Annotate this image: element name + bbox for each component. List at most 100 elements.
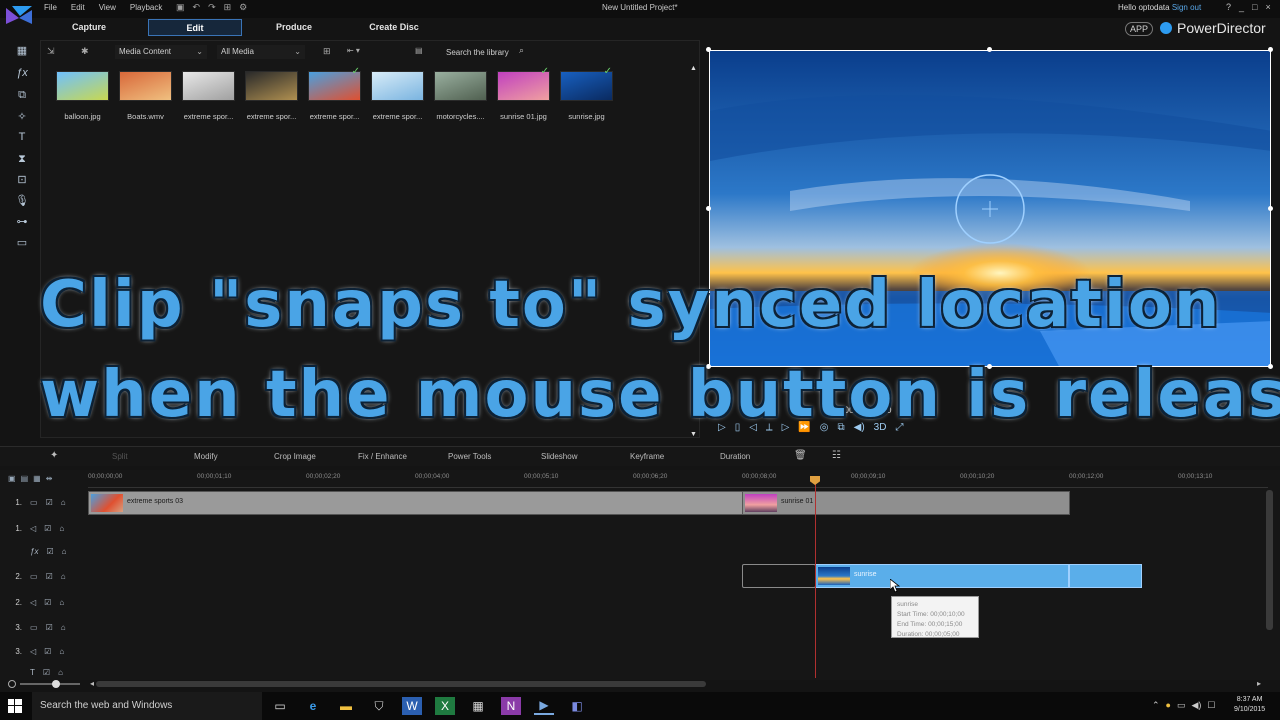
lock-icon[interactable]: ⌂ [62, 547, 67, 556]
resize-handle[interactable] [987, 47, 992, 52]
tab-capture[interactable]: Capture [60, 19, 118, 36]
menu-file[interactable]: File [44, 3, 57, 12]
split-button[interactable]: Split [112, 452, 128, 461]
timeline-view-icon[interactable]: ▣ [8, 474, 16, 483]
media-item[interactable]: ✓ extreme spor... [307, 66, 362, 121]
media-item[interactable]: Boats.wmv [118, 71, 173, 121]
track-enable-checkbox[interactable]: ☑ [44, 524, 51, 533]
search-icon[interactable]: ⌕ [519, 45, 524, 56]
sort-icon[interactable]: ⇤ ▾ [347, 46, 360, 55]
excel-icon[interactable]: X [435, 697, 455, 715]
media-room-icon[interactable]: ▦ [14, 44, 30, 58]
media-thumbnail[interactable] [371, 71, 424, 101]
onedrive-icon[interactable]: ● [1166, 700, 1171, 711]
help-button[interactable]: ? [1226, 2, 1231, 12]
media-item[interactable]: ✓ sunrise 01.jpg [496, 66, 551, 121]
menu-edit[interactable]: Edit [71, 3, 85, 12]
track-enable-checkbox[interactable]: ☑ [46, 547, 53, 556]
network-icon[interactable]: ▭ [1177, 700, 1186, 711]
close-button[interactable]: × [1265, 2, 1270, 12]
track-manager-icon[interactable]: ▦ [33, 474, 41, 483]
duration-button[interactable]: Duration [720, 452, 750, 461]
store-icon[interactable]: ⛉ [369, 697, 389, 715]
clip-sunrise[interactable]: sunrise [815, 564, 1069, 588]
all-media-dropdown[interactable]: All Media ⌄ [217, 45, 305, 59]
app-badge[interactable]: APP [1125, 22, 1154, 36]
lock-icon[interactable]: ⌂ [59, 524, 64, 533]
scroll-down-icon[interactable]: ▼ [690, 431, 697, 438]
onenote-icon[interactable]: N [501, 697, 521, 715]
media-item[interactable]: extreme spor... [244, 71, 299, 121]
screen-recorder-icon[interactable]: ◧ [567, 697, 587, 715]
lock-icon[interactable]: ⌂ [61, 498, 66, 507]
view-grid-icon[interactable]: ⊞ [323, 46, 331, 57]
task-view-icon[interactable]: ▭ [270, 697, 290, 715]
edge-browser-icon[interactable]: e [303, 697, 323, 715]
sign-out-link[interactable]: Sign out [1172, 3, 1201, 12]
grid-icon[interactable]: ⊞ [224, 2, 232, 13]
media-item[interactable]: balloon.jpg [55, 71, 110, 121]
redo-icon[interactable]: ↷ [208, 2, 216, 13]
volume-tray-icon[interactable]: ◀) [1192, 700, 1202, 711]
track-enable-checkbox[interactable]: ☑ [46, 572, 53, 581]
resize-handle[interactable] [1268, 206, 1273, 211]
windows-start-icon[interactable] [8, 699, 22, 713]
subtitle-room-icon[interactable]: ▭ [14, 236, 30, 250]
clip-menu-icon[interactable]: ☷ [832, 450, 841, 461]
tab-edit[interactable]: Edit [148, 19, 242, 36]
timeline-fit-icon[interactable]: ⇹ [46, 474, 53, 483]
lock-icon[interactable]: ⌂ [59, 647, 64, 656]
media-thumbnail[interactable] [434, 71, 487, 101]
magic-tools-icon[interactable]: ✦ [50, 450, 58, 461]
notifications-icon[interactable]: ☐ [1207, 700, 1215, 711]
menu-view[interactable]: View [99, 3, 116, 12]
title-room-icon[interactable]: T [14, 130, 30, 144]
plugin-icon[interactable]: ✱ [81, 46, 89, 57]
maximize-button[interactable]: □ [1252, 2, 1257, 12]
lock-icon[interactable]: ⌂ [59, 598, 64, 607]
media-thumbnail[interactable]: ✓ [497, 66, 550, 101]
powerdirector-taskbar-icon[interactable]: ▶ [534, 697, 554, 715]
media-thumbnail[interactable]: ✓ [308, 66, 361, 101]
menu-playback[interactable]: Playback [130, 3, 162, 12]
voice-over-icon[interactable]: 🎙 [14, 194, 30, 208]
undo-icon[interactable]: ↶ [193, 2, 201, 13]
chapter-room-icon[interactable]: ⊶ [14, 215, 30, 229]
media-thumbnail[interactable] [119, 71, 172, 101]
media-content-dropdown[interactable]: Media Content ⌄ [115, 45, 207, 59]
word-icon[interactable]: W [402, 697, 422, 715]
timeline-horizontal-scrollbar[interactable] [96, 681, 706, 687]
minimize-button[interactable]: _ [1239, 2, 1244, 12]
resize-handle[interactable] [706, 206, 711, 211]
crop-image-button[interactable]: Crop Image [274, 452, 316, 461]
file-explorer-icon[interactable]: ▬ [336, 697, 356, 715]
transition-room-icon[interactable]: ⧗ [14, 152, 30, 166]
media-thumbnail[interactable] [182, 71, 235, 101]
media-item[interactable]: extreme spor... [181, 71, 236, 121]
power-tools-button[interactable]: Power Tools [448, 452, 491, 461]
audio-mixing-icon[interactable]: ⊡ [14, 173, 30, 187]
modify-button[interactable]: Modify [194, 452, 218, 461]
particle-room-icon[interactable]: ✧ [14, 110, 30, 124]
track-enable-checkbox[interactable]: ☑ [43, 668, 50, 677]
taskbar-clock[interactable]: 8:37 AM 9/10/2015 [1234, 695, 1265, 715]
pip-room-icon[interactable]: ⧉ [14, 88, 30, 102]
save-icon[interactable]: ▣ [176, 2, 185, 13]
import-icon[interactable]: ⇲ [47, 46, 55, 57]
settings-icon[interactable]: ⚙ [239, 2, 247, 13]
slideshow-button[interactable]: Slideshow [541, 452, 577, 461]
resize-handle[interactable] [1268, 47, 1273, 52]
track-enable-checkbox[interactable]: ☑ [46, 623, 53, 632]
media-item[interactable]: motorcycles.... [433, 71, 488, 121]
track-enable-checkbox[interactable]: ☑ [44, 647, 51, 656]
zoom-slider[interactable] [8, 680, 88, 688]
media-item[interactable]: extreme spor... [370, 71, 425, 121]
list-view-icon[interactable]: ▤ [415, 46, 423, 55]
fx-room-icon[interactable]: ƒx [14, 66, 30, 80]
tab-create-disc[interactable]: Create Disc [358, 19, 430, 36]
lock-icon[interactable]: ⌂ [58, 668, 63, 677]
taskbar-search-input[interactable]: Search the web and Windows [32, 692, 262, 720]
time-ruler[interactable]: 00;00;00;00 00;00;01;10 00;00;02;20 00;00;0… [88, 470, 1268, 488]
lock-icon[interactable]: ⌂ [61, 572, 66, 581]
clip-sunrise-01[interactable]: sunrise 01 [742, 491, 1070, 515]
